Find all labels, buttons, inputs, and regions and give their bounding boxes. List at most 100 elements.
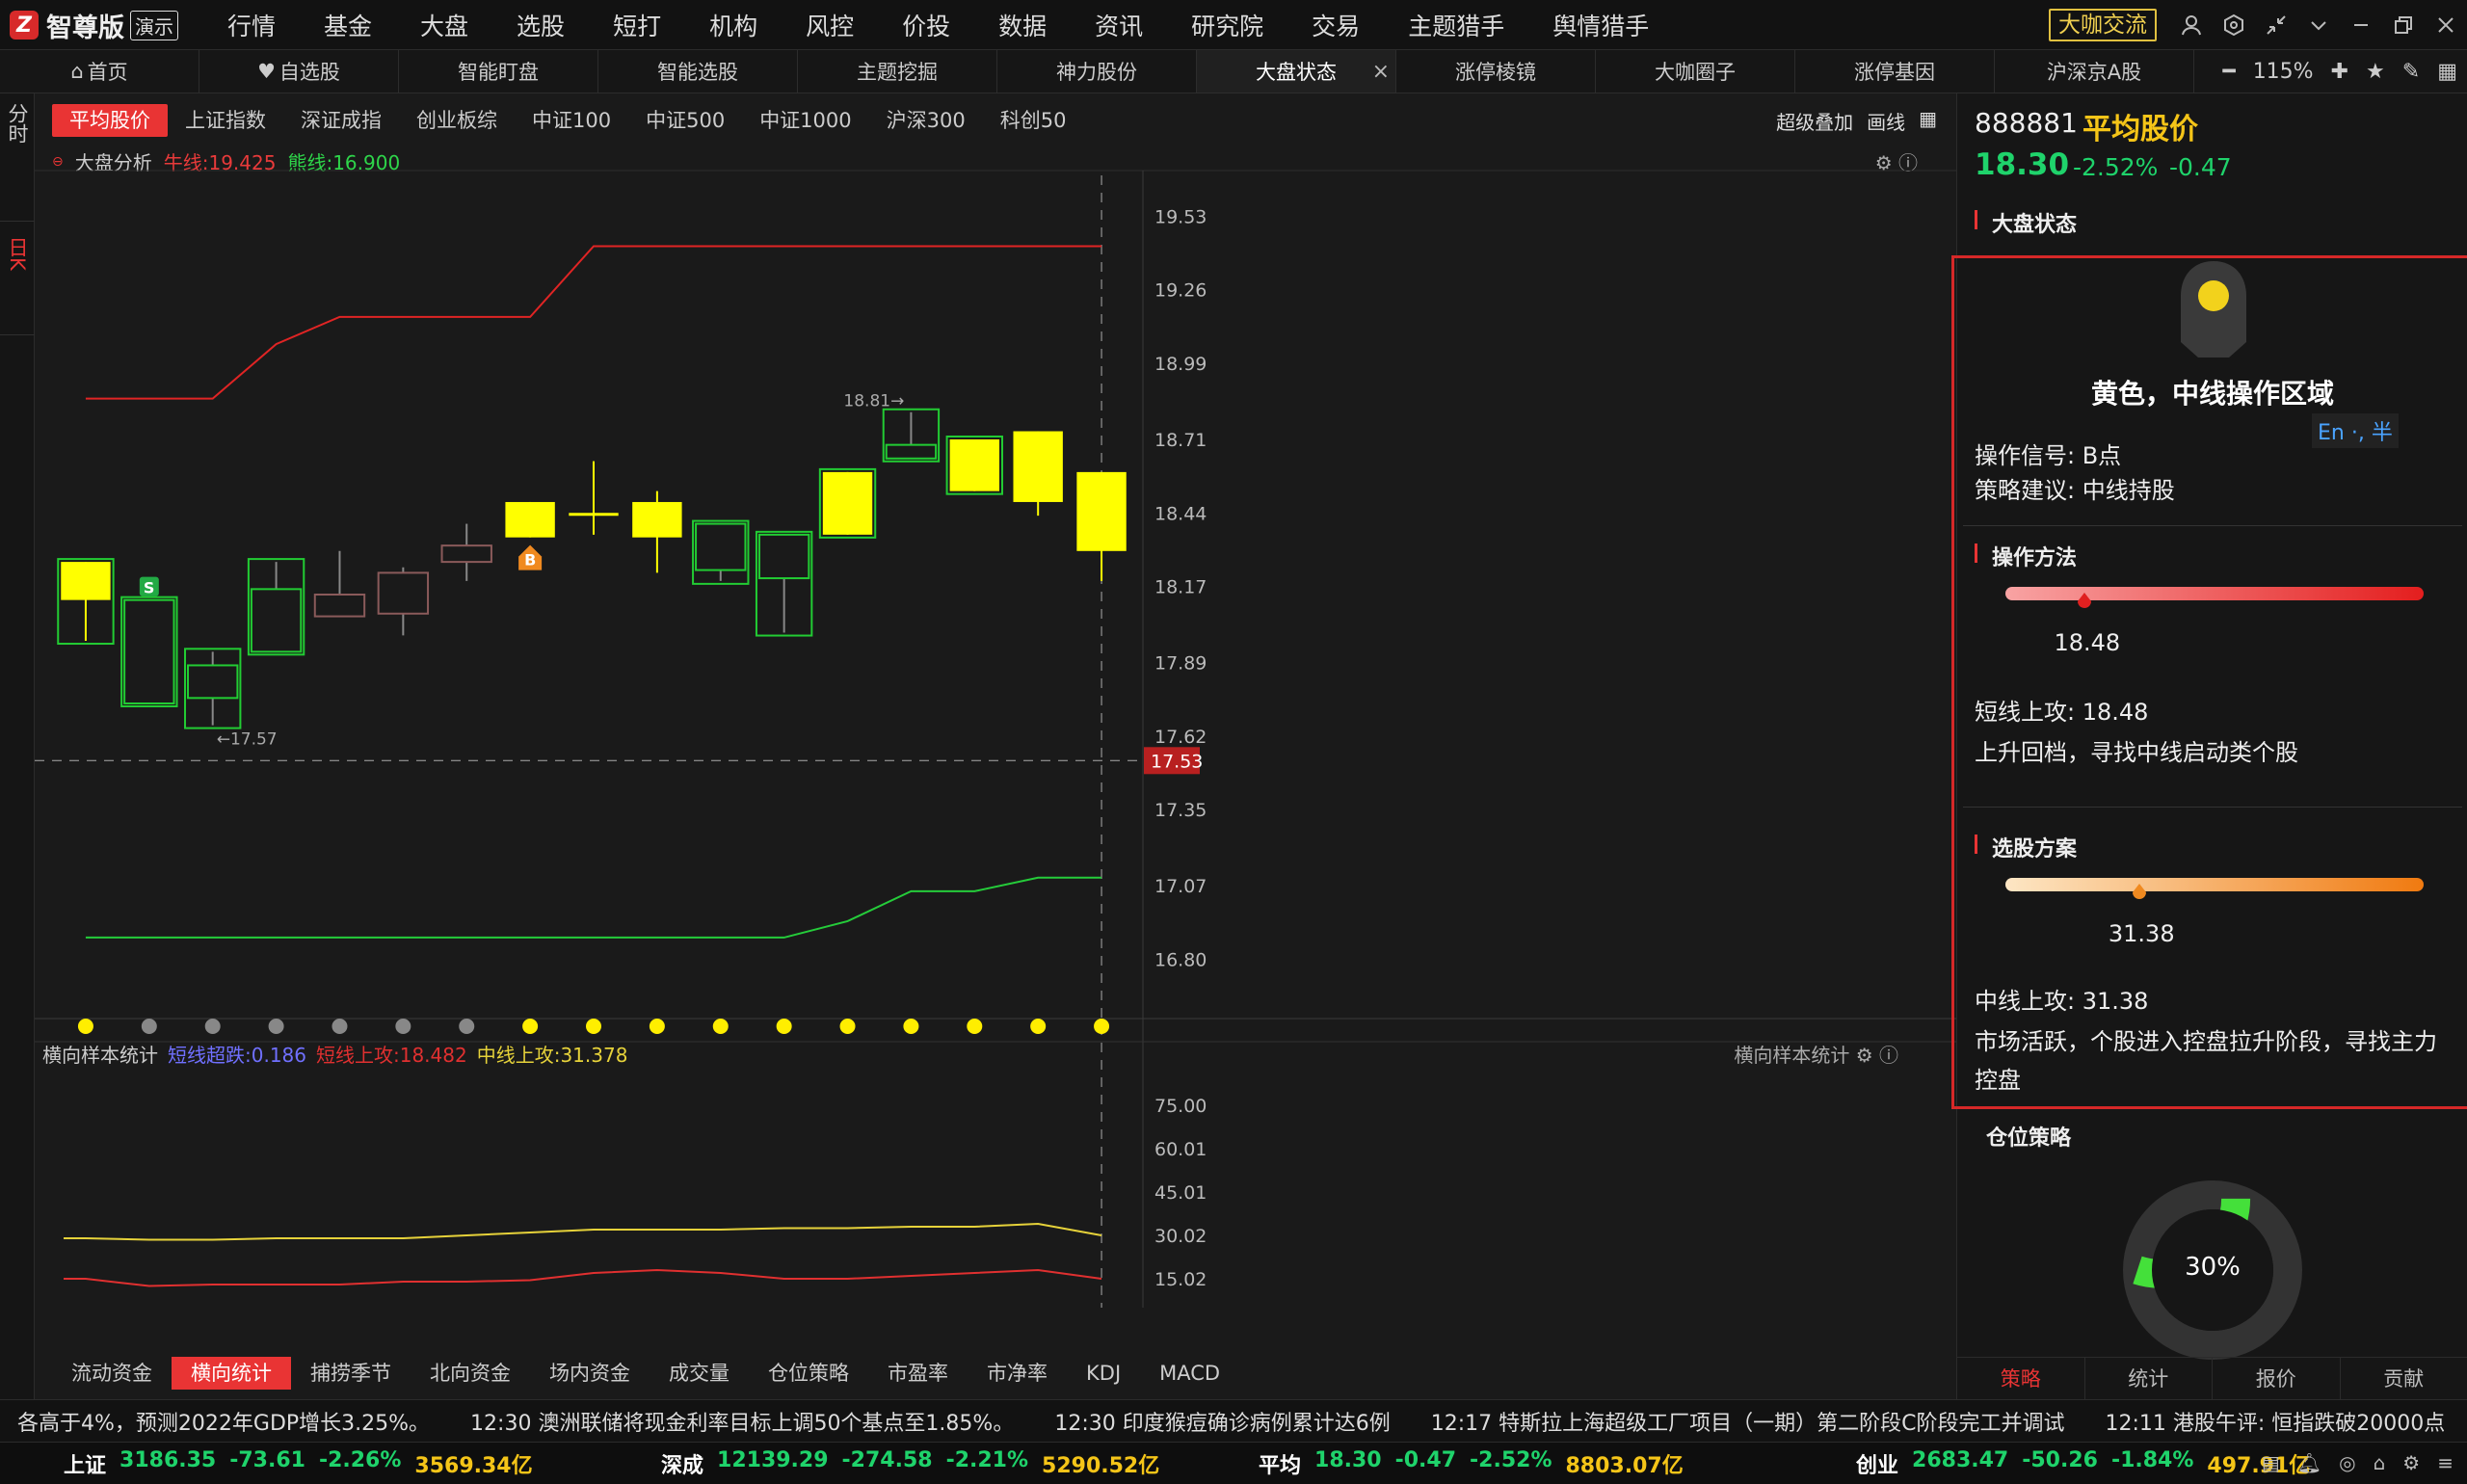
tab-10[interactable]: 沪深京A股	[1995, 50, 2194, 93]
strategy-tab-3[interactable]: 贡献	[2341, 1358, 2467, 1399]
chart-area: 平均股价 上证指数 深证成指 创业板综 中证100 中证500 中证1000 沪深300 科创5…	[35, 93, 1956, 1399]
candle[interactable]	[377, 567, 430, 636]
app-logo[interactable]: Z 智尊版 演示	[10, 8, 178, 43]
indicator-tab-9[interactable]: KDJ	[1067, 1357, 1140, 1390]
news-item[interactable]: 12:17 特斯拉上海超级工厂项目（一期）第二阶段C阶段完工并调试	[1414, 1406, 2088, 1437]
period-daily-k[interactable]: 日K	[0, 222, 35, 335]
candlestick-chart[interactable]: 19.53 19.26 18.99 18.71 18.44 18.17 17.89 17.62…	[35, 93, 1956, 1308]
menu-item-5[interactable]: 机构	[684, 8, 781, 42]
tab-3[interactable]: 智能选股	[598, 50, 798, 93]
indicator-tab-0[interactable]: 流动资金	[52, 1357, 172, 1390]
close-icon[interactable]	[2425, 0, 2467, 50]
tab-2[interactable]: 智能盯盘	[399, 50, 598, 93]
candle[interactable]	[755, 530, 813, 637]
candle[interactable]	[569, 461, 619, 535]
zoom-out-icon[interactable]: ━	[2222, 60, 2235, 84]
star-icon[interactable]: ★	[2366, 60, 2385, 84]
candle[interactable]	[505, 501, 555, 538]
menu-item-7[interactable]: 价投	[877, 8, 973, 42]
tab-6[interactable]: 大盘状态 ×	[1197, 50, 1396, 93]
grid-icon[interactable]: ▦	[2437, 60, 2457, 84]
menu-item-1[interactable]: 基金	[299, 8, 395, 42]
candle[interactable]	[184, 648, 242, 729]
zoom-in-icon[interactable]: ✚	[2331, 60, 2348, 84]
candle[interactable]	[1013, 431, 1063, 517]
indicator-tab-6[interactable]: 仓位策略	[749, 1357, 868, 1390]
tab-4[interactable]: 主题挖掘	[798, 50, 997, 93]
pen-icon[interactable]: ✎	[2402, 60, 2420, 84]
tab-close-icon[interactable]: ×	[1372, 60, 1390, 84]
candle[interactable]	[313, 550, 366, 618]
candle[interactable]	[882, 408, 941, 463]
candle[interactable]	[632, 490, 682, 573]
indicator-tab-7[interactable]: 市盈率	[868, 1357, 968, 1390]
tab-1[interactable]: ♥ 自选股	[199, 50, 399, 93]
restore-icon[interactable]	[2382, 0, 2425, 50]
indicator-tab-2[interactable]: 捕捞季节	[291, 1357, 411, 1390]
tab-label: 主题挖掘	[857, 61, 938, 84]
expert-exchange-button[interactable]: 大咖交流	[2049, 9, 2157, 41]
menu-item-9[interactable]: 资讯	[1070, 8, 1166, 42]
position-heading: 仓位策略	[1986, 1126, 2072, 1151]
indicator-tab-5[interactable]: 成交量	[650, 1357, 749, 1390]
tab-8[interactable]: 大咖圈子	[1596, 50, 1795, 93]
indicator-tab-4[interactable]: 场内资金	[530, 1357, 650, 1390]
menu-item-10[interactable]: 研究院	[1166, 8, 1287, 42]
candle-body	[569, 513, 619, 517]
menu-item-0[interactable]: 行情	[202, 8, 299, 42]
strategy-tab-1[interactable]: 统计	[2085, 1358, 2213, 1399]
index-quote-0[interactable]: 上证 3186.35 -73.61 -2.26% 3569.34亿	[0, 1448, 597, 1479]
tab-0[interactable]: ⌂ 首页	[0, 50, 199, 93]
candle[interactable]	[945, 435, 1003, 495]
menu-icon[interactable]: ≡	[2437, 1451, 2454, 1474]
bell-icon[interactable]: 🔔︎	[2297, 1451, 2321, 1474]
period-intraday[interactable]: 分时	[0, 93, 35, 222]
menu-item-8[interactable]: 数据	[973, 8, 1070, 42]
menu-item-13[interactable]: 舆情猎手	[1527, 8, 1672, 42]
menu-item-4[interactable]: 短打	[588, 8, 684, 42]
tab-5[interactable]: 神力股份	[997, 50, 1197, 93]
candle[interactable]	[692, 519, 750, 585]
news-item[interactable]: 12:11 港股午评: 恒指跌破20000点	[2088, 1406, 2467, 1437]
plan-line2a: 市场活跃，个股进入控盘拉升阶段，寻找主力	[1975, 1028, 2437, 1055]
menu-item-6[interactable]: 风控	[781, 8, 877, 42]
menu-item-11[interactable]: 交易	[1287, 8, 1383, 42]
candle[interactable]	[120, 596, 178, 707]
indicator-tab-1[interactable]: 横向统计	[172, 1357, 291, 1390]
tab-9[interactable]: 涨停基因	[1795, 50, 1995, 93]
index-quote-2[interactable]: 平均 18.30 -0.47 -2.52% 8803.07亿	[1195, 1448, 1792, 1479]
settings-hex-icon[interactable]	[2213, 0, 2255, 50]
buy-signal-icon[interactable]: B	[518, 544, 543, 570]
news-item[interactable]: 12:30 澳洲联储将现金利率目标上调50个基点至1.85%。	[453, 1406, 1037, 1437]
target-icon[interactable]: ◎	[2339, 1451, 2355, 1474]
indicator-tab-3[interactable]: 北向资金	[411, 1357, 530, 1390]
state-dot	[77, 1019, 93, 1034]
indicator-tab-10[interactable]: MACD	[1140, 1357, 1239, 1390]
minimize-icon[interactable]	[2340, 0, 2382, 50]
tab-7[interactable]: 涨停棱镜	[1396, 50, 1596, 93]
gear-icon[interactable]: ⚙	[2402, 1451, 2420, 1474]
candle[interactable]	[818, 467, 877, 539]
menu-item-3[interactable]: 选股	[491, 8, 588, 42]
user-icon[interactable]	[2170, 0, 2213, 50]
candle[interactable]	[440, 523, 492, 581]
lock-icon[interactable]: ⌂	[2374, 1451, 2386, 1474]
menu-item-12[interactable]: 主题猎手	[1383, 8, 1527, 42]
dropdown-icon[interactable]	[2297, 0, 2340, 50]
news-ticker[interactable]: 各高于4%，预测2022年GDP增长3.25%。 12:30 澳洲联储将现金利率目…	[0, 1399, 2467, 1442]
strategy-tab-0[interactable]: 策略	[1957, 1358, 2085, 1399]
shrink-icon[interactable]	[2255, 0, 2297, 50]
candle-body	[885, 443, 938, 460]
news-item[interactable]: 12:30 印度猴痘确诊病例累计达6例	[1037, 1406, 1413, 1437]
indicator-tab-8[interactable]: 市净率	[968, 1357, 1067, 1390]
tab-label: 涨停基因	[1854, 61, 1935, 84]
candle[interactable]	[1076, 471, 1127, 581]
news-item[interactable]: 各高于4%，预测2022年GDP增长3.25%。	[0, 1406, 453, 1437]
candle[interactable]	[247, 558, 305, 656]
sell-signal-icon[interactable]: S	[139, 576, 159, 597]
candle[interactable]	[57, 558, 115, 646]
index-quote-1[interactable]: 深成 12139.29 -274.58 -2.21% 5290.52亿	[597, 1448, 1195, 1479]
calculator-icon[interactable]: ▤	[2262, 1451, 2280, 1474]
strategy-tab-2[interactable]: 报价	[2213, 1358, 2341, 1399]
menu-item-2[interactable]: 大盘	[395, 8, 491, 42]
